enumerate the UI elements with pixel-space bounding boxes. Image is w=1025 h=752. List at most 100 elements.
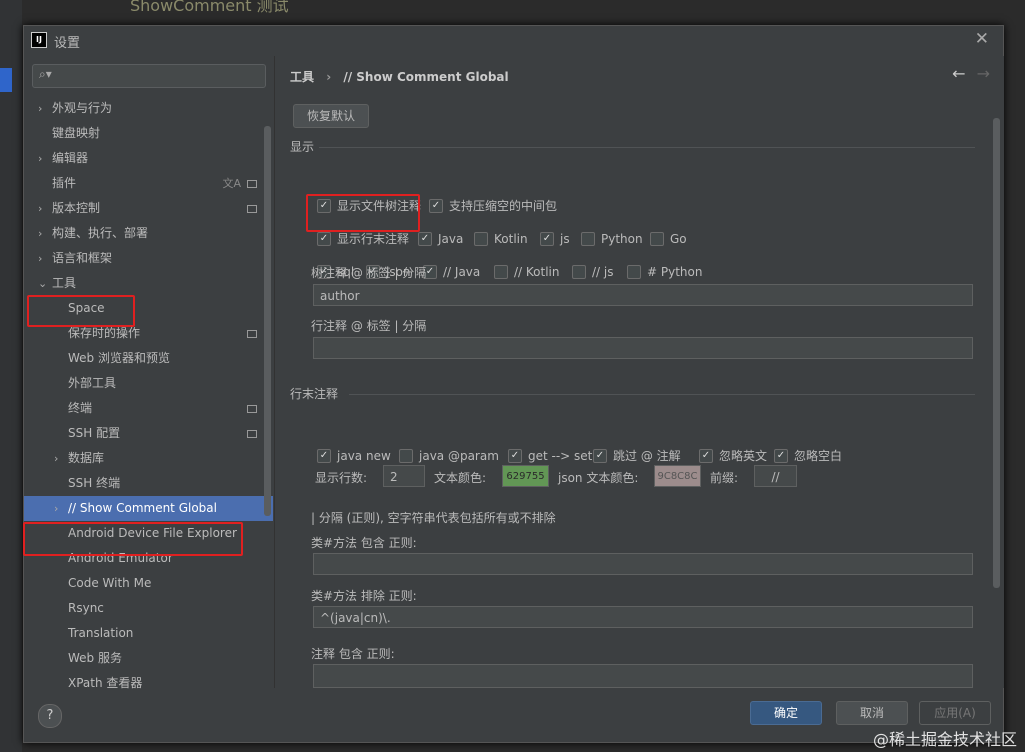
checkbox[interactable]: ✓// Java <box>423 263 480 281</box>
checkbox-empty-icon[interactable] <box>581 231 595 246</box>
line-comment-field[interactable] <box>313 337 973 359</box>
sidebar-item[interactable]: › 版本控制 <box>24 196 273 221</box>
json-color-swatch[interactable]: 9C8C8C <box>654 465 701 487</box>
chevron-right-icon[interactable]: › <box>38 246 42 271</box>
class-exclude-label: 类#方法 排除 正则: <box>311 589 417 603</box>
translate-icon: 文A <box>222 177 241 190</box>
help-button[interactable]: ? <box>38 704 62 728</box>
checkbox[interactable]: ✓ 忽略空白 <box>774 447 842 465</box>
checkbox-label: // js <box>592 265 614 279</box>
checkbox[interactable]: ✓ js <box>540 230 570 248</box>
checkbox-empty-icon[interactable] <box>650 231 664 246</box>
prefix-field[interactable]: // <box>754 465 797 487</box>
sidebar-item[interactable]: SSH 终端 <box>24 471 273 496</box>
sidebar-item[interactable]: Code With Me <box>24 571 273 596</box>
sidebar-item[interactable]: Rsync <box>24 596 273 621</box>
project-settings-icon <box>247 180 257 188</box>
settings-content: 工具 › // Show Comment Global ← → 恢复默认 显示 … <box>274 56 1004 688</box>
checkmark-icon[interactable]: ✓ <box>317 231 331 246</box>
checkbox[interactable]: ✓ 跳过 @ 注解 <box>593 447 681 465</box>
sidebar-item[interactable]: SSH 配置 <box>24 421 273 446</box>
checkbox-empty-icon[interactable] <box>399 448 413 463</box>
comment-include-field[interactable] <box>313 664 973 688</box>
sidebar-item[interactable]: › 语言和框架 <box>24 246 273 271</box>
ok-button[interactable]: 确定 <box>750 701 822 725</box>
checkbox[interactable]: Python <box>581 230 643 248</box>
sidebar-item-label: 键盘映射 <box>52 126 101 140</box>
breadcrumb-parent[interactable]: 工具 <box>290 70 314 84</box>
prefix-label: 前缀: <box>710 471 739 485</box>
checkmark-icon[interactable]: ✓ <box>699 448 713 463</box>
tree-comment-field[interactable]: author <box>313 284 973 306</box>
sidebar-item[interactable]: › 构建、执行、部署 <box>24 221 273 246</box>
class-exclude-field[interactable]: ^(java|cn)\. <box>313 606 973 628</box>
sidebar-item[interactable]: › 编辑器 <box>24 146 273 171</box>
sidebar-item[interactable]: ⌄ 工具 <box>24 271 273 296</box>
sidebar-item-label: 终端 <box>68 401 93 415</box>
checkmark-icon[interactable]: ✓ <box>593 448 607 463</box>
checkbox[interactable]: // Kotlin <box>494 263 560 281</box>
chevron-right-icon[interactable]: › <box>54 496 58 521</box>
checkbox-empty-icon[interactable] <box>572 264 586 279</box>
show-lines-label: 显示行数: <box>315 471 368 485</box>
show-lines-field[interactable]: 2 <box>383 465 425 487</box>
checkmark-icon[interactable]: ✓ <box>774 448 788 463</box>
checkmark-icon[interactable]: ✓ <box>540 231 554 246</box>
checkmark-icon[interactable]: ✓ <box>317 448 331 463</box>
content-scrollbar[interactable] <box>993 118 1000 588</box>
sidebar-item[interactable]: 键盘映射 <box>24 121 273 146</box>
sidebar-item[interactable]: 外部工具 <box>24 371 273 396</box>
checkbox-empty-icon[interactable] <box>474 231 488 246</box>
sidebar-item[interactable]: Translation <box>24 621 273 646</box>
sidebar-scrollbar[interactable] <box>264 126 271 516</box>
chevron-right-icon[interactable]: › <box>54 446 58 471</box>
chevron-right-icon[interactable]: › <box>38 146 42 171</box>
settings-sidebar: ⌕▾ › 外观与行为 键盘映射 › 编辑器 插件 文A › 版本控制 › 构建、执行、部署 › 语言和框… <box>23 56 273 690</box>
sidebar-item[interactable]: 插件 文A <box>24 171 273 196</box>
sidebar-item[interactable]: Web 服务 <box>24 646 273 671</box>
checkbox[interactable]: Kotlin <box>474 230 528 248</box>
sidebar-item[interactable]: 终端 <box>24 396 273 421</box>
sidebar-item[interactable]: › 数据库 <box>24 446 273 471</box>
checkbox[interactable]: java @param <box>399 447 499 465</box>
checkbox[interactable]: ✓ java new <box>317 447 391 465</box>
chevron-right-icon[interactable]: › <box>38 221 42 246</box>
checkbox[interactable]: ✓ get --> set <box>508 447 592 465</box>
sidebar-item-label: 版本控制 <box>52 201 101 215</box>
checkbox-empty-icon[interactable] <box>627 264 641 279</box>
checkbox[interactable]: // js <box>572 263 614 281</box>
nav-arrows: ← → <box>952 64 990 83</box>
checkbox[interactable]: ✓ Java <box>418 230 463 248</box>
checkbox-label: Go <box>670 232 687 246</box>
checkmark-icon[interactable]: ✓ <box>418 231 432 246</box>
checkbox[interactable]: ✓ 忽略英文 <box>699 447 767 465</box>
apply-button[interactable]: 应用(A) <box>919 701 991 725</box>
project-settings-icon <box>247 430 257 438</box>
checkmark-icon[interactable]: ✓ <box>508 448 522 463</box>
checkbox-empty-icon[interactable] <box>494 264 508 279</box>
class-include-field[interactable] <box>313 553 973 575</box>
checkbox[interactable]: # Python <box>627 263 702 281</box>
chevron-right-icon[interactable]: › <box>38 196 42 221</box>
back-icon[interactable]: ← <box>952 64 965 83</box>
close-icon[interactable]: ✕ <box>975 29 989 49</box>
checkmark-icon[interactable]: ✓ <box>429 198 443 213</box>
sidebar-item-label: 外部工具 <box>68 376 117 390</box>
checkbox[interactable]: ✓ 显示行末注释 <box>317 230 409 248</box>
sidebar-item[interactable]: Web 浏览器和预览 <box>24 346 273 371</box>
intellij-logo: IJ <box>31 32 47 48</box>
cancel-button[interactable]: 取消 <box>836 701 908 725</box>
chevron-down-icon[interactable]: ⌄ <box>38 271 47 296</box>
search-input[interactable]: ⌕▾ <box>32 64 266 88</box>
sidebar-item-label: 构建、执行、部署 <box>52 226 149 240</box>
chevron-right-icon[interactable]: › <box>38 96 42 121</box>
checkbox[interactable]: ✓ 支持压缩空的中间包 <box>429 197 557 215</box>
restore-defaults-button[interactable]: 恢复默认 <box>293 104 369 128</box>
highlight-line-end-comment <box>306 194 420 232</box>
forward-icon[interactable]: → <box>977 64 990 83</box>
sidebar-item[interactable]: › // Show Comment Global <box>24 496 273 521</box>
sidebar-item[interactable]: › 外观与行为 <box>24 96 273 121</box>
checkbox-label: // Kotlin <box>514 265 560 279</box>
checkbox[interactable]: Go <box>650 230 687 248</box>
text-color-swatch[interactable]: 629755 <box>502 465 549 487</box>
